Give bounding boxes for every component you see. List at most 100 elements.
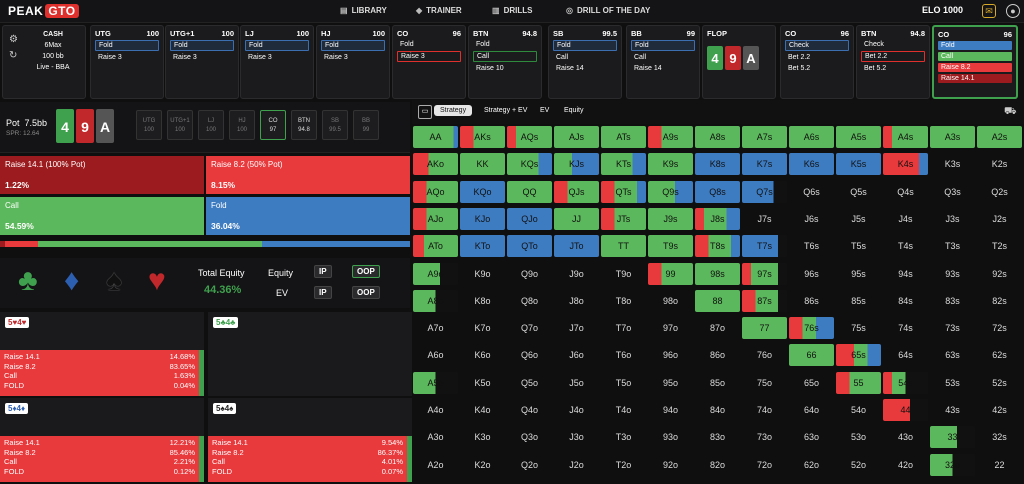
grid-cell[interactable]: 22 [977, 454, 1022, 476]
grid-cell[interactable]: 55 [836, 371, 881, 394]
grid-cell[interactable]: QTs [601, 180, 646, 203]
grid-cell[interactable]: 43s [930, 399, 975, 421]
grid-cell[interactable]: J5s [836, 208, 881, 230]
grid-cell[interactable]: 65o [789, 372, 834, 394]
grid-cell[interactable]: A4o [413, 399, 458, 421]
table-view-icon[interactable]: ⛟ [1004, 106, 1017, 119]
grid-cell[interactable]: 76o [742, 344, 787, 366]
grid-cell[interactable]: A9s [648, 126, 693, 148]
grid-cell[interactable]: 99 [648, 262, 693, 285]
nav-trainer[interactable]: ◆ TRAINER [416, 6, 462, 15]
grid-cell[interactable]: T3s [930, 235, 975, 257]
grid-cell[interactable]: QJo [507, 207, 552, 230]
nav-library[interactable]: ▤ LIBRARY [340, 6, 387, 15]
action-option[interactable]: Raise 10 [473, 64, 537, 73]
tab-strategy[interactable]: Strategy [434, 105, 473, 116]
grid-cell[interactable]: KK [460, 153, 505, 176]
postflop-card-btn[interactable]: BTN 94.8 Check Bet 2.2 Bet 5.2 [856, 25, 930, 99]
grid-cell[interactable]: T7o [601, 317, 646, 339]
grid-cell[interactable]: 63s [930, 344, 975, 366]
postflop-card-co[interactable]: CO 96 Check Bet 2.2 Bet 5.2 [780, 25, 854, 99]
position-card-lj[interactable]: LJ 100 Fold Raise 3 [240, 25, 314, 99]
grid-cell[interactable]: AA [413, 126, 458, 148]
grid-cell[interactable]: 75s [836, 317, 881, 339]
seat-btn[interactable]: BTN 94.8 [291, 110, 317, 140]
grid-cell[interactable]: K4o [460, 399, 505, 421]
grid-cell[interactable]: A7o [413, 317, 458, 339]
grid-cell[interactable]: 85o [695, 372, 740, 394]
grid-cell[interactable]: K4s [883, 153, 928, 176]
grid-cell[interactable]: AJs [554, 126, 599, 148]
action-option[interactable]: Fold [321, 40, 385, 51]
position-card-sb[interactable]: SB 99.5 Fold Call Raise 14 [548, 25, 622, 99]
action-option[interactable]: Fold [245, 40, 309, 51]
grid-cell[interactable]: T5s [836, 235, 881, 257]
action-option[interactable]: Raise 3 [321, 53, 385, 62]
grid-cell[interactable]: A9o [413, 262, 458, 285]
grid-cell[interactable]: A7s [742, 126, 787, 148]
grid-cell[interactable]: 62o [789, 454, 834, 476]
grid-cell[interactable]: JJ [554, 207, 599, 230]
grid-cell[interactable]: 75o [742, 372, 787, 394]
grid-cell[interactable]: 66 [789, 344, 834, 367]
logo[interactable]: PEAK GTO [8, 4, 79, 18]
seat-co[interactable]: CO 97 [260, 110, 286, 140]
nav-drills[interactable]: ▥ DRILLS [492, 6, 532, 15]
grid-cell[interactable]: T6o [601, 344, 646, 366]
grid-cell[interactable]: ATs [601, 126, 646, 148]
grid-cell[interactable]: 95s [836, 263, 881, 285]
action-option[interactable]: Fold [95, 40, 159, 51]
grid-cell[interactable]: 53s [930, 372, 975, 394]
grid-cell[interactable]: 72s [977, 317, 1022, 339]
action-option[interactable]: Raise 3 [95, 53, 159, 62]
grid-cell[interactable]: 87s [742, 289, 787, 312]
grid-cell[interactable]: AQs [507, 126, 552, 148]
equity-oop-toggle[interactable]: OOP [352, 265, 380, 278]
action-option[interactable]: Call [631, 53, 695, 62]
grid-cell[interactable]: T8o [601, 290, 646, 312]
position-card-utg[interactable]: UTG 100 Fold Raise 3 [90, 25, 164, 99]
grid-cell[interactable]: 65s [836, 344, 881, 367]
grid-cell[interactable]: K8s [695, 153, 740, 176]
grid-cell[interactable]: Q2o [507, 454, 552, 476]
grid-cell[interactable]: A3s [930, 126, 975, 148]
grid-cell[interactable]: 97o [648, 317, 693, 339]
grid-cell[interactable]: 64o [789, 399, 834, 421]
grid-cell[interactable]: 87o [695, 317, 740, 339]
position-card-hj[interactable]: HJ 100 Fold Raise 3 [316, 25, 390, 99]
action-option[interactable]: Fold [553, 40, 617, 51]
action-option[interactable]: Fold [397, 40, 461, 49]
action-option[interactable]: Raise 3 [245, 53, 309, 62]
seat-hj[interactable]: HJ 100 [229, 110, 255, 140]
grid-cell[interactable]: JTs [601, 207, 646, 230]
grid-cell[interactable]: Q2s [977, 181, 1022, 203]
action-option[interactable]: Fold [473, 40, 537, 49]
grid-cell[interactable]: AJo [413, 207, 458, 230]
grid-cell[interactable]: A5o [413, 371, 458, 394]
grid-cell[interactable]: JTo [554, 235, 599, 258]
grid-cell[interactable]: 84o [695, 399, 740, 421]
strategy-call[interactable]: Call 54.59% [0, 197, 204, 235]
grid-cell[interactable]: KQs [507, 153, 552, 176]
action-option[interactable]: Raise 3 [397, 51, 461, 62]
action-option[interactable]: Bet 2.2 [861, 51, 925, 62]
grid-cell[interactable]: 86o [695, 344, 740, 366]
grid-cell[interactable]: Q3o [507, 426, 552, 448]
action-option[interactable]: Bet 2.2 [785, 53, 849, 62]
grid-cell[interactable]: A4s [883, 126, 928, 148]
seat-utg-plus-1[interactable]: UTG+1 100 [167, 110, 193, 140]
grid-cell[interactable]: Q4o [507, 399, 552, 421]
grid-cell[interactable]: 64s [883, 344, 928, 366]
grid-cell[interactable]: KJo [460, 207, 505, 230]
action-option[interactable]: Raise 8.2 [938, 63, 1012, 72]
grid-cell[interactable]: J4o [554, 399, 599, 421]
postflop-card-co[interactable]: CO 96 Fold Call Raise 8.2 Raise 14.1 [932, 25, 1018, 99]
grid-cell[interactable]: K7s [742, 153, 787, 176]
ev-ip-toggle[interactable]: IP [314, 286, 332, 299]
grid-cell[interactable]: Q7s [742, 180, 787, 203]
grid-cell[interactable]: K5s [836, 153, 881, 176]
club-filter-icon[interactable]: ♣ [18, 266, 38, 296]
grid-cell[interactable]: 73s [930, 317, 975, 339]
grid-cell[interactable]: 92s [977, 263, 1022, 285]
grid-cell[interactable]: Q6o [507, 344, 552, 366]
